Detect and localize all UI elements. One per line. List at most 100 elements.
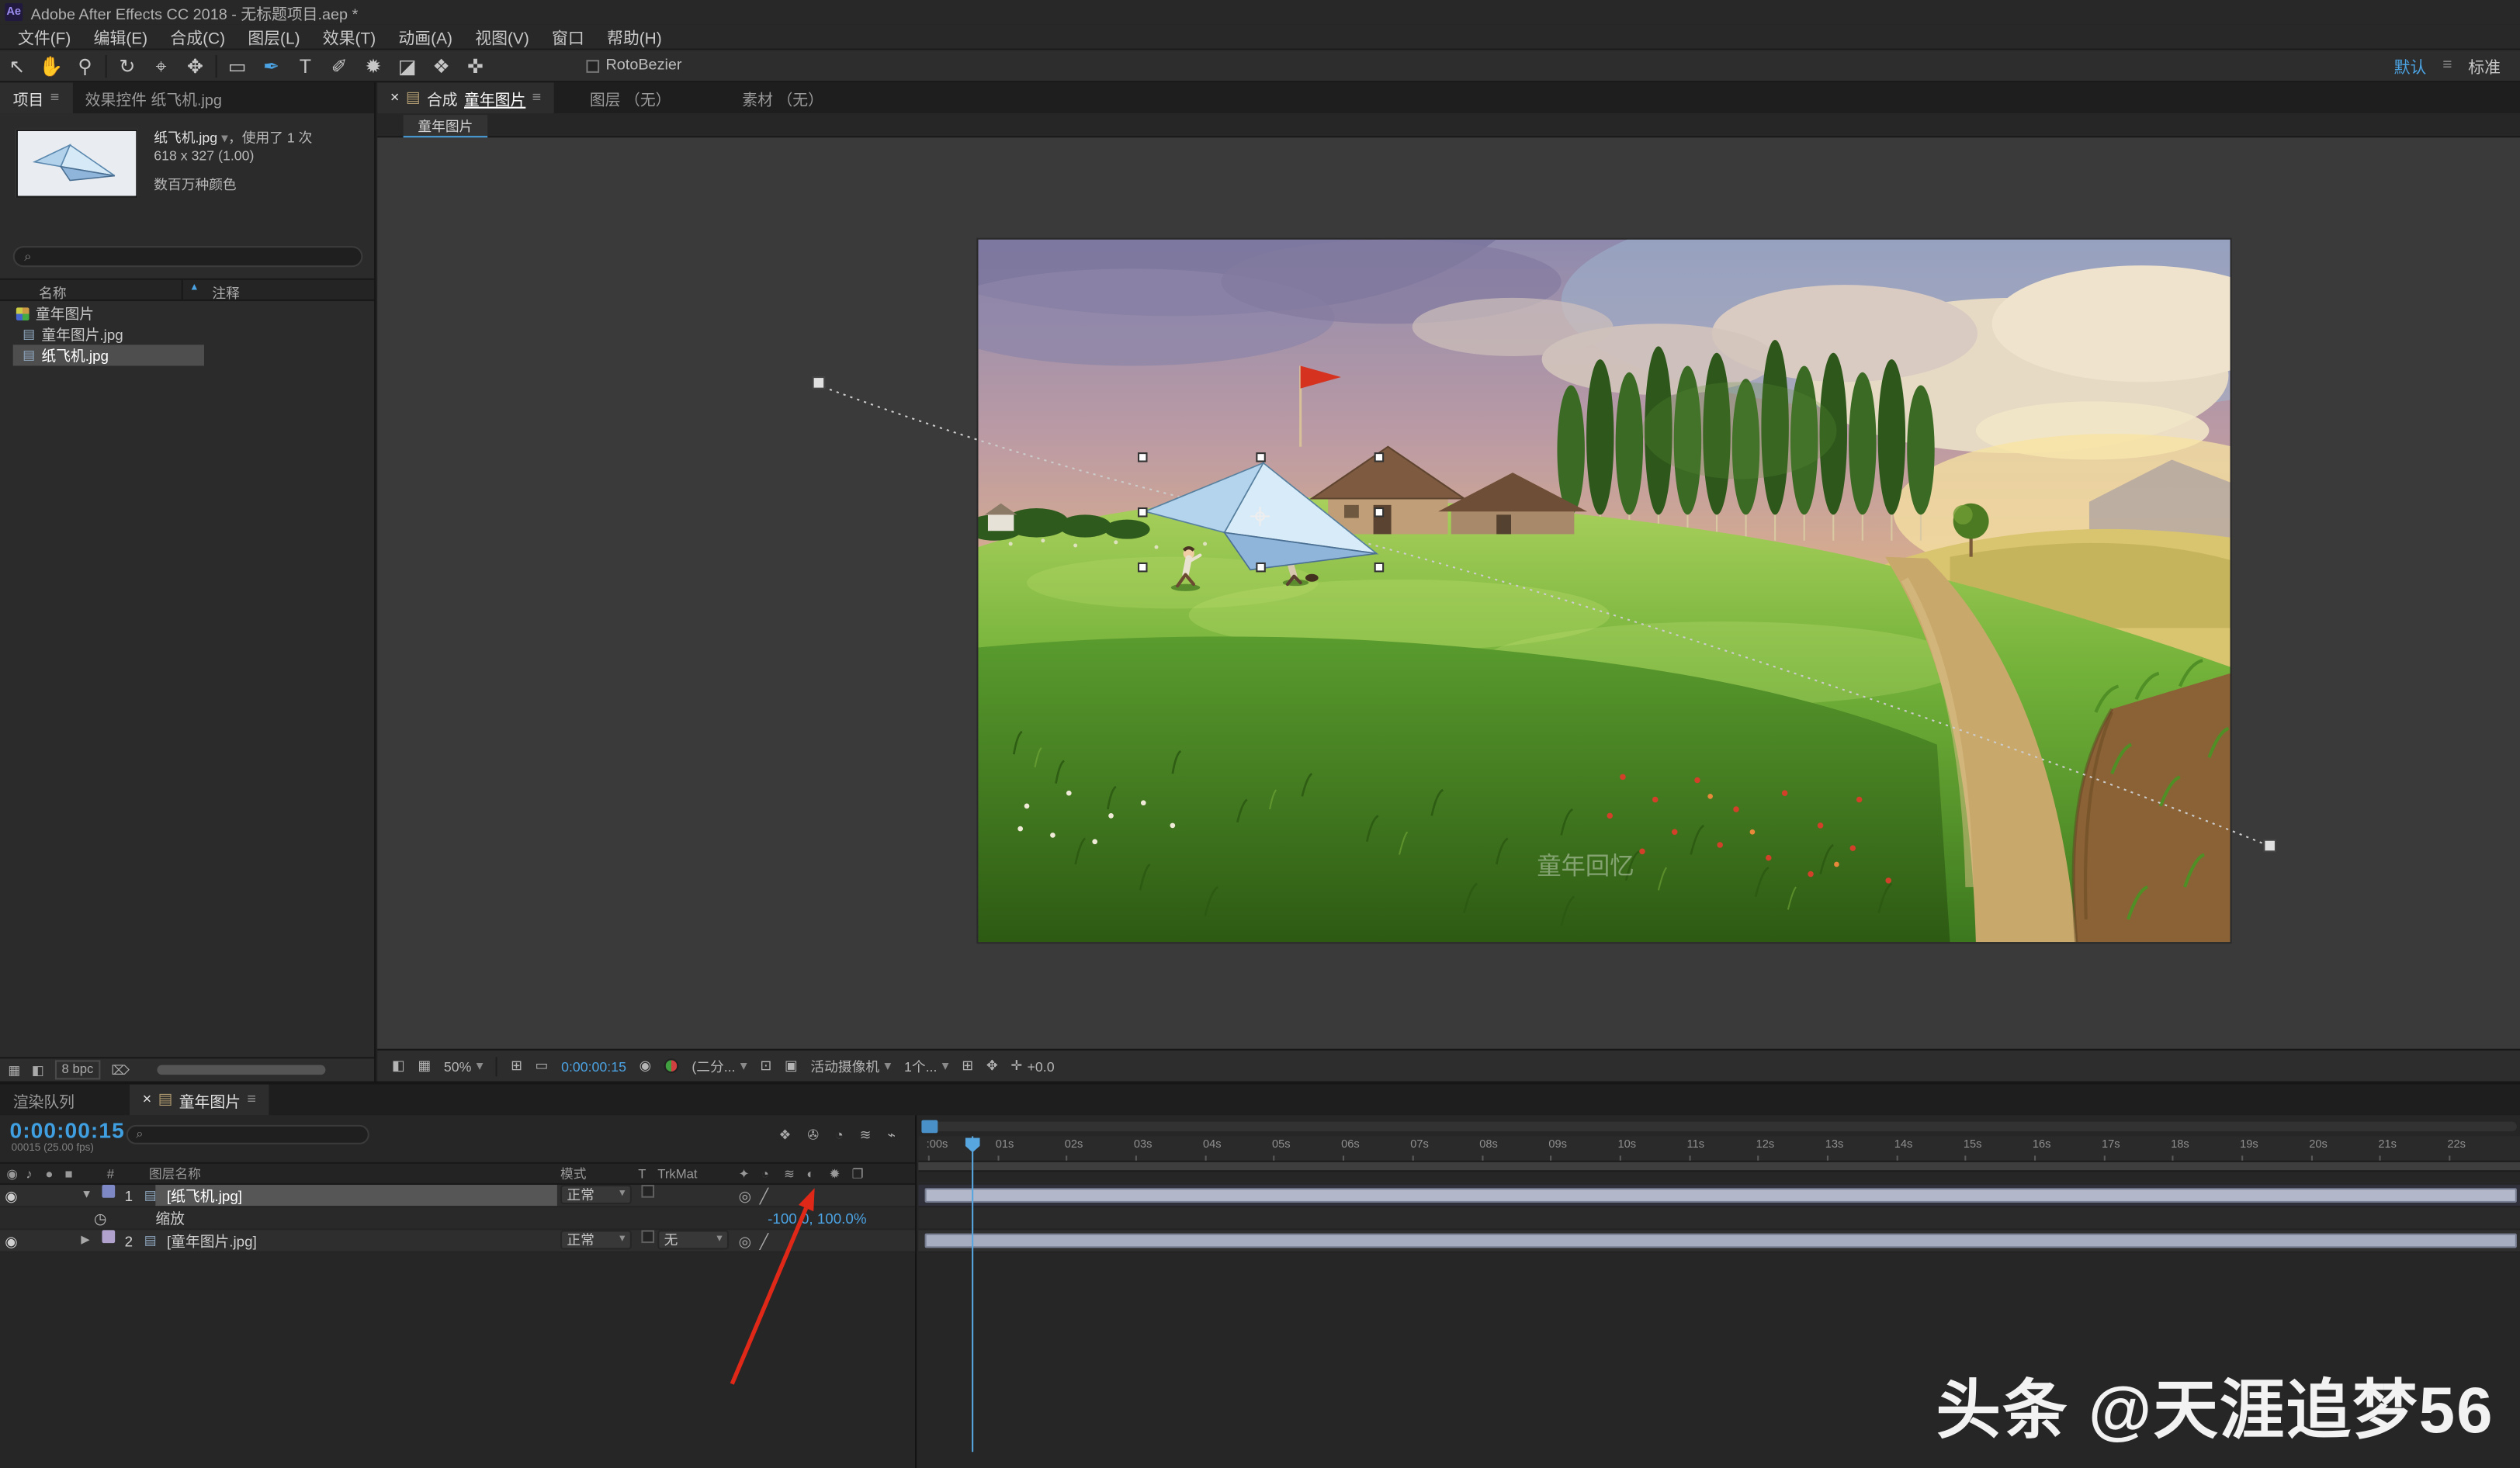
flowchart-icon[interactable]: ❖ xyxy=(778,1127,791,1144)
menu-item[interactable]: 效果(T) xyxy=(311,24,387,48)
split-view-icon[interactable]: ◧ xyxy=(392,1057,405,1075)
work-area-start-marker[interactable] xyxy=(921,1120,938,1134)
camera-view-dropdown[interactable]: 活动摄像机 ▾ xyxy=(810,1056,891,1075)
path-end-handle[interactable] xyxy=(2264,840,2276,852)
transparency-grid-icon[interactable]: ▦ xyxy=(418,1057,431,1075)
project-item-composition[interactable]: 童年图片 xyxy=(0,303,374,324)
selection-tool-icon[interactable]: ↖ xyxy=(0,50,34,82)
timeline-search-box[interactable]: ⌕ xyxy=(127,1125,369,1144)
rotation-tool-icon[interactable]: ↻ xyxy=(110,50,144,82)
motion-blur-master-icon[interactable]: ◔ xyxy=(835,1127,844,1144)
layer-visibility-toggle[interactable]: ◉ xyxy=(5,1230,17,1252)
layer-1-duration-bar[interactable] xyxy=(925,1188,2517,1203)
parent-pickwhip-slash-icon[interactable]: ╱ xyxy=(760,1185,768,1207)
scale-property-track[interactable] xyxy=(918,1207,2520,1230)
project-search-box[interactable]: ⌕ xyxy=(13,246,363,267)
layer-color-swatch[interactable] xyxy=(102,1185,115,1198)
panel-menu-icon[interactable]: ≡ xyxy=(532,89,542,107)
project-grid-icon[interactable]: ▦ xyxy=(8,1063,20,1078)
footage-caret-icon[interactable]: ▾ xyxy=(221,130,228,146)
graph-editor-icon[interactable]: ⌁ xyxy=(887,1127,896,1144)
frame-blend-master-icon[interactable]: ≋ xyxy=(860,1127,872,1144)
time-ruler[interactable]: :00s01s02s03s04s05s06s07s08s09s10s11s12s… xyxy=(918,1136,2520,1162)
preserve-transparency-checkbox[interactable] xyxy=(641,1230,654,1243)
trkmat-dropdown[interactable]: 无 ▾ xyxy=(657,1230,729,1249)
layer-visibility-toggle[interactable]: ◉ xyxy=(5,1185,17,1207)
path-start-handle[interactable] xyxy=(813,377,825,389)
layer-2-duration-bar[interactable] xyxy=(925,1234,2517,1248)
panel-menu-icon[interactable]: ≡ xyxy=(247,1091,256,1109)
menu-item[interactable]: 图层(L) xyxy=(237,24,311,48)
zoom-tool-icon[interactable]: ⚲ xyxy=(68,50,102,82)
draft-3d-icon[interactable]: ✇ xyxy=(807,1127,819,1144)
layer-expander-closed[interactable]: ▶ xyxy=(81,1230,89,1252)
layer-row-2[interactable]: ◉ ▶ 2 ▤ [童年图片.jpg] 正常 ▾ 无 ▾ ◎ ╱ xyxy=(0,1230,915,1252)
close-icon[interactable]: × xyxy=(390,89,400,107)
roto-brush-tool-icon[interactable]: ❖ xyxy=(425,50,459,82)
hand-tool-icon[interactable]: ✋ xyxy=(34,50,68,82)
tab-timeline-comp[interactable]: × ▤ 童年图片 ≡ xyxy=(130,1085,269,1116)
footage-preview-thumbnail[interactable] xyxy=(16,130,138,198)
region-of-interest-icon[interactable]: ▭ xyxy=(536,1057,549,1075)
column-divider[interactable] xyxy=(182,280,183,299)
composition-canvas-area[interactable]: 童年回忆 xyxy=(978,240,2230,942)
shape-tool-icon[interactable]: ▭ xyxy=(220,50,255,82)
tab-footage[interactable]: 素材 （无） xyxy=(730,82,837,113)
text-tool-icon[interactable]: T xyxy=(288,50,322,82)
layer-name[interactable]: [纸飞机.jpg] xyxy=(167,1185,242,1207)
layer-name-column-label[interactable]: 图层名称 xyxy=(149,1164,201,1186)
pan-view-icon[interactable]: ✥ xyxy=(986,1057,998,1075)
menu-item[interactable]: 窗口 xyxy=(540,24,595,48)
trash-icon[interactable]: ⌦ xyxy=(111,1063,130,1078)
blend-mode-dropdown[interactable]: 正常 ▾ xyxy=(560,1185,632,1204)
pixel-aspect-icon[interactable]: ▣ xyxy=(785,1057,798,1075)
bit-depth-button[interactable]: 8 bpc xyxy=(55,1060,100,1079)
tab-composition[interactable]: × ▤ 合成 童年图片 ≡ xyxy=(377,82,554,113)
panel-menu-icon[interactable]: ≡ xyxy=(50,89,60,107)
menu-item[interactable]: 合成(C) xyxy=(159,24,237,48)
scale-property-row[interactable]: ◷ 缩放 -100.0, 100.0% xyxy=(0,1207,915,1230)
menu-item[interactable]: 编辑(E) xyxy=(82,24,159,48)
stopwatch-icon[interactable]: ◷ xyxy=(94,1207,106,1230)
magnification-dropdown[interactable]: 50% ▾ xyxy=(444,1057,484,1075)
layer-expander-open[interactable]: ▼ xyxy=(81,1185,92,1207)
work-area-bar[interactable] xyxy=(918,1162,2520,1172)
workspace-menu-icon[interactable]: ≡ xyxy=(2442,57,2452,74)
close-icon[interactable]: × xyxy=(143,1091,152,1109)
tab-render-queue[interactable]: 渲染队列 xyxy=(0,1085,88,1116)
sort-ascending-icon[interactable]: ▲ xyxy=(189,283,199,293)
project-split-icon[interactable]: ◧ xyxy=(32,1063,44,1078)
rotobezier-option[interactable]: RotoBezier xyxy=(586,57,681,74)
current-time-indicator-line[interactable] xyxy=(972,1136,973,1452)
pen-tool-icon[interactable]: ✒ xyxy=(255,50,289,82)
horizontal-scrollbar[interactable] xyxy=(157,1065,325,1075)
tab-project[interactable]: 项目 ≡ xyxy=(0,82,72,113)
grid-overlay-icon[interactable]: ⊞ xyxy=(962,1057,973,1075)
property-name-scale[interactable]: 缩放 xyxy=(155,1207,185,1230)
viewer-time-display[interactable]: 0:00:00:15 xyxy=(561,1058,626,1074)
workspace-standard[interactable]: 标准 xyxy=(2468,54,2501,78)
timeline-navigator-bar[interactable] xyxy=(921,1122,2516,1132)
layer-1-track[interactable] xyxy=(918,1185,2520,1207)
layer-name[interactable]: [童年图片.jpg] xyxy=(167,1230,257,1252)
clone-stamp-tool-icon[interactable]: ✹ xyxy=(356,50,390,82)
project-item-footage[interactable]: ▤ 童年图片.jpg xyxy=(0,324,374,344)
composition-viewer[interactable]: 童年回忆 xyxy=(377,137,2520,1048)
rotobezier-checkbox[interactable] xyxy=(586,59,599,72)
name-column-label[interactable]: 名称 xyxy=(39,283,67,303)
snapshot-icon[interactable]: ◉ xyxy=(640,1057,651,1075)
puppet-pin-tool-icon[interactable]: ✜ xyxy=(459,50,493,82)
target-region-icon[interactable]: ⊡ xyxy=(760,1057,771,1075)
resolution-dropdown[interactable]: (二分... ▾ xyxy=(692,1056,747,1075)
parent-pickwhip-slash-icon[interactable]: ╱ xyxy=(760,1230,768,1252)
project-item-footage-selected[interactable]: ▤ 纸飞机.jpg xyxy=(0,344,374,365)
scale-value[interactable]: -100.0, 100.0% xyxy=(768,1207,866,1230)
eraser-tool-icon[interactable]: ◪ xyxy=(390,50,425,82)
channels-icon[interactable] xyxy=(664,1058,679,1073)
menu-item[interactable]: 文件(F) xyxy=(6,24,82,48)
camera-tool-icon[interactable]: ⌖ xyxy=(144,50,179,82)
menu-item[interactable]: 视图(V) xyxy=(464,24,541,48)
current-time-display[interactable]: 0:00:00:15 xyxy=(10,1118,125,1142)
exposure-control[interactable]: ✛ +0.0 xyxy=(1010,1057,1054,1075)
parent-pickwhip-icon[interactable]: ◎ xyxy=(739,1230,751,1252)
